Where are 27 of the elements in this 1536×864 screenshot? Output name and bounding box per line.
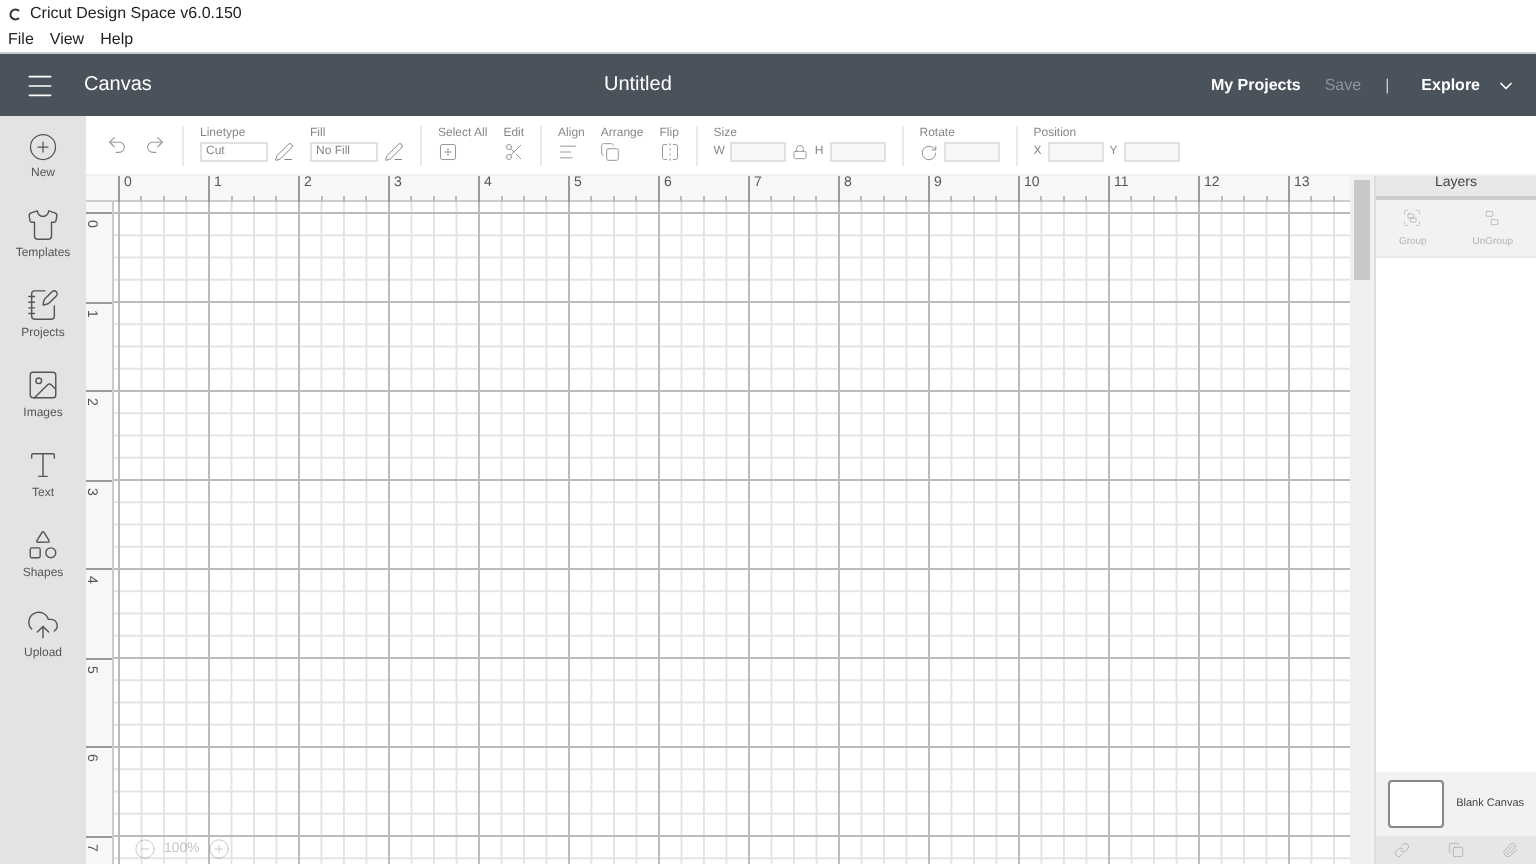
templates-icon — [25, 208, 60, 242]
zoom-out-button[interactable] — [134, 838, 156, 860]
copy-icon[interactable] — [1447, 842, 1464, 858]
zoom-in-button[interactable] — [207, 838, 230, 860]
explore-button[interactable]: Explore — [1421, 75, 1516, 95]
text-icon — [26, 448, 60, 482]
link-icon[interactable] — [1394, 842, 1411, 858]
window-title: Cricut Design Space v6.0.150 — [30, 4, 242, 22]
canvas-grid[interactable] — [114, 202, 1350, 864]
images-icon — [26, 368, 60, 402]
section-title: Canvas — [84, 74, 154, 96]
header-link[interactable]: My Projects — [1210, 76, 1301, 94]
group-icon — [1402, 208, 1423, 228]
menu-item[interactable]: View — [49, 30, 85, 48]
upload-icon — [25, 608, 60, 642]
document-title: Untitled — [604, 74, 674, 96]
shapes-icon — [25, 528, 60, 562]
ungroup-icon — [1482, 208, 1503, 228]
logo-icon — [8, 5, 22, 21]
canvas-thumbnail[interactable] — [1388, 780, 1445, 828]
new-icon — [28, 132, 58, 162]
separator: | — [1385, 76, 1390, 94]
paperclip-icon[interactable] — [1501, 842, 1518, 858]
menu-item[interactable]: Help — [100, 30, 134, 48]
scrollbar[interactable] — [1350, 176, 1374, 864]
projects-icon — [26, 288, 60, 322]
menu-item[interactable]: File — [8, 30, 34, 48]
